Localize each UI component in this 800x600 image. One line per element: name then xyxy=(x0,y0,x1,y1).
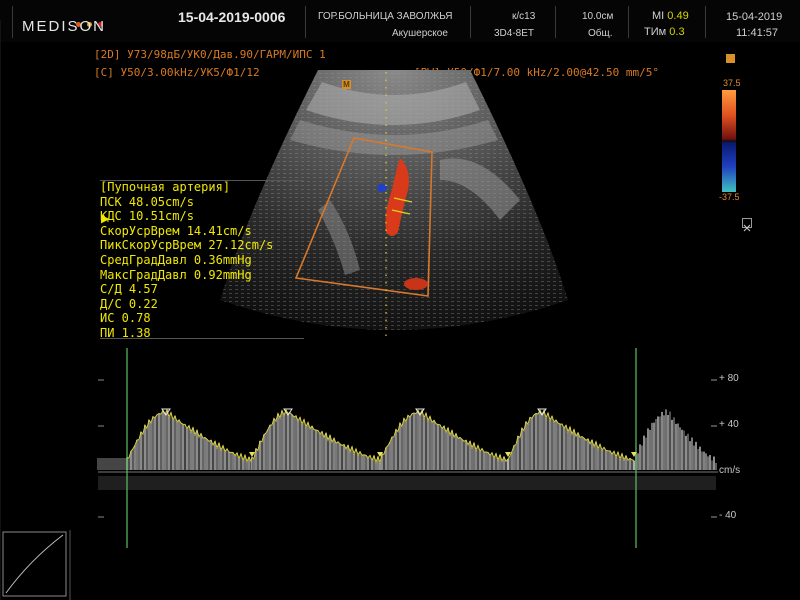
measurement-edv: КДС 10.51cm/s xyxy=(100,209,194,224)
colorbar-min: -37.5 xyxy=(719,192,740,202)
gray-map-box[interactable] xyxy=(2,531,67,597)
close-icon[interactable] xyxy=(742,218,752,232)
measurement-ri: ИС 0.78 xyxy=(100,311,151,326)
measurement-ds-ratio: Д/С 0.22 xyxy=(100,296,158,311)
scale-label-80: + 80 xyxy=(719,373,739,384)
spectrum-noise xyxy=(98,476,716,490)
measurement-sd-ratio: С/Д 4.57 xyxy=(100,282,158,297)
measure-cursor-icon[interactable]: ▶ xyxy=(101,212,109,225)
color-velocity-bar[interactable] xyxy=(722,90,736,192)
scale-label-40: + 40 xyxy=(719,419,739,430)
scale-label-neg40: - 40 xyxy=(719,510,737,521)
measurement-panel[interactable]: [Пупочная артерия] ПСК 48.05cm/s КДС 10.… xyxy=(100,180,300,341)
color-flow-red xyxy=(404,278,428,290)
measurement-mean-pg: СредГрадДавл 0.36mmHg xyxy=(100,252,252,267)
m-marker-glyph: M xyxy=(343,80,350,89)
freeze-icon[interactable] xyxy=(726,54,735,63)
scale-unit: cm/s xyxy=(719,465,741,476)
measurement-title: [Пупочная артерия] xyxy=(100,180,231,194)
m-marker-icon[interactable]: M xyxy=(342,80,351,89)
measurement-max-pg: МаксГрадДавл 0.92mmHg xyxy=(100,267,252,282)
close-glyph xyxy=(743,224,751,232)
colorbar-max: 37.5 xyxy=(723,78,741,88)
ultrasound-screen: MEDISON 15-04-2019-0006 ГОР.БОЛЬНИЦА ЗАВ… xyxy=(0,0,800,600)
gray-map-curve xyxy=(5,534,64,594)
measurement-tamv: СкорУсрВрем 14.41cm/s xyxy=(100,223,252,238)
measurement-tamx: ПикСкорУсрВрем 27.12cm/s xyxy=(100,238,274,253)
measure-divider xyxy=(100,338,304,339)
measurement-psv: ПСК 48.05cm/s xyxy=(100,194,194,209)
